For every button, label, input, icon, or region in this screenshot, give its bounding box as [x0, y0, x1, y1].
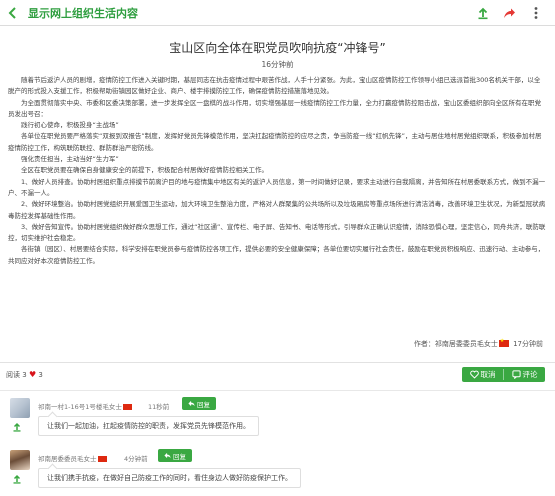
reply-icon [188, 400, 195, 407]
reply-icon [164, 452, 171, 459]
reply-label: 回复 [197, 400, 210, 409]
article-paragraph: 随着节后返沪人员的剧增，疫情防控工作进入关键时期，基层同志在抗击疫情过程中艰苦作… [8, 76, 541, 96]
flag-icon [498, 338, 509, 347]
article-paragraph: 3、做好告知宣传。协助村居党组织做好群众思想工作，通过“社区通”、宣传栏、电子屏… [8, 222, 546, 243]
heart-icon: ♥ [28, 370, 37, 379]
download-icon[interactable] [476, 6, 490, 20]
stats-bar: 阅读 3 ♥ 3 [6, 370, 43, 380]
flag-icon [97, 456, 107, 462]
download-icon[interactable] [12, 422, 22, 432]
article-paragraph: 践行初心使命，积极投身“主战场” [21, 121, 119, 130]
flag-icon [122, 404, 132, 410]
reply-label: 回复 [173, 452, 186, 461]
divider [0, 362, 555, 363]
article-paragraph: 1、做好人员排查。协助村居组织重点排摸节前离沪目的地与疫情集中地区有关的返沪人员… [8, 177, 546, 197]
comment-item: 祁南居委委员毛女士 4分钟前 回复 让我们携手抗疫，在做好自己防疫工作的同时，看… [0, 446, 555, 494]
article-time: 16分钟前 [261, 60, 294, 69]
top-bar: 显示网上组织生活内容 [0, 0, 555, 26]
article: 宝山区向全体在职党员吹响抗疫“冲锋号” 16分钟前 随着节后返沪人员的剧增，疫情… [0, 27, 555, 357]
commenter-name-text: 祁南居委委员毛女士 [38, 455, 97, 463]
comment-item: 祁南一村1-16号1号楼毛女士 11秒前 回复 让我们一起加油，扛起疫情防控的职… [0, 394, 555, 442]
comment-time: 11秒前 [148, 403, 170, 411]
avatar[interactable] [10, 398, 30, 418]
article-title: 宝山区向全体在职党员吹响抗疫“冲锋号” [169, 41, 386, 55]
comment-time: 4分钟前 [124, 455, 148, 463]
divider [0, 390, 555, 391]
article-paragraph: 强化责任担当，主动当好“生力军” [21, 155, 119, 164]
article-paragraph: 各街镇（园区）、村居要结合实际，科学安排在职党员参与疫情防控各项工作，提供必要的… [8, 245, 545, 265]
reply-button[interactable]: 回复 [182, 397, 216, 410]
cancel-label: 取消 [480, 370, 496, 379]
avatar[interactable] [10, 450, 30, 470]
article-paragraph: 2、做好环境整治。协助村居党组织开展爱国卫生运动，加大环境卫生整治力度，严格对人… [8, 200, 546, 220]
cancel-like-button[interactable]: 取消 [462, 367, 503, 382]
download-icon[interactable] [12, 474, 22, 484]
commenter-name[interactable]: 祁南一村1-16号1号楼毛女士 [38, 401, 132, 411]
comment-text: 让我们携手抗疫，在做好自己防疫工作的同时，看住身边人做好防疫保护工作。 [38, 468, 301, 488]
more-icon[interactable] [529, 6, 543, 20]
heart-outline-icon [469, 370, 479, 379]
commenter-name-text: 祁南一村1-16号1号楼毛女士 [38, 403, 122, 411]
like-count: 3 [38, 371, 43, 379]
action-button-group: 取消 评论 [462, 367, 545, 382]
page-title: 显示网上组织生活内容 [28, 7, 138, 20]
article-paragraph: 为全面贯彻落实中央、市委和区委决策部署，进一步发挥全区一盘棋的战斗作用，切实增强… [8, 98, 541, 118]
comment-label: 评论 [522, 370, 538, 379]
comment-text: 让我们一起加油，扛起疫情防控的职责，发挥党员先锋模范作用。 [38, 416, 259, 436]
read-label: 阅读 [6, 371, 20, 379]
article-paragraph: 全区在职党员要在确保自身健康安全的前提下，积极配合村居做好疫情防控相关工作。 [21, 166, 268, 175]
article-paragraph: 各单位在职党员要严格落实“双报到双报告”制度，发挥好党员先锋模范作用，坚决扛起疫… [8, 132, 542, 152]
author-line: 作者：祁南居委委员毛女士 17分钟前 [413, 338, 543, 349]
read-count: 3 [22, 371, 27, 379]
author-prefix: 作者： [413, 340, 435, 348]
share-icon[interactable] [502, 6, 516, 20]
author-time: 17分钟前 [513, 340, 543, 348]
comment-icon [511, 370, 521, 379]
comment-button[interactable]: 评论 [504, 367, 545, 382]
author-name[interactable]: 祁南居委委员毛女士 [435, 340, 498, 348]
article-content: 随着节后返沪人员的剧增，疫情防控工作进入关键时期，基层同志在抗击疫情过程中艰苦作… [8, 75, 546, 267]
back-arrow-icon[interactable] [6, 6, 20, 20]
commenter-name[interactable]: 祁南居委委员毛女士 [38, 453, 107, 463]
reply-button[interactable]: 回复 [158, 449, 192, 462]
